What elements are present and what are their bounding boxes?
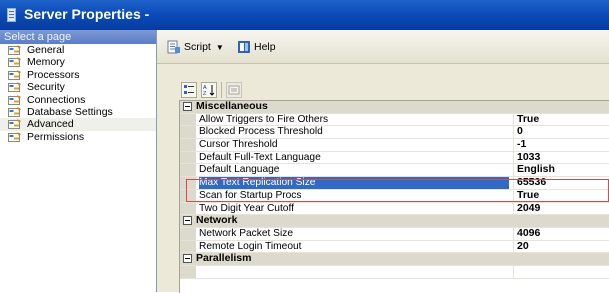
dropdown-arrow-icon[interactable]: ▼ (216, 43, 224, 52)
row-gutter (180, 126, 196, 139)
page-item-label: General (27, 44, 65, 56)
row-gutter (180, 240, 196, 253)
property-name: Default Full-Text Language (199, 151, 321, 163)
property-row[interactable] (180, 265, 609, 279)
property-row[interactable]: Blocked Process Threshold 0 (180, 126, 609, 140)
row-gutter (180, 227, 196, 240)
row-gutter (180, 151, 196, 164)
property-row[interactable]: Cursor Threshold -1 (180, 138, 609, 152)
window-title: Server Properties - (24, 6, 150, 22)
property-name: Default Language (199, 164, 280, 176)
category-label: Parallelism (196, 252, 252, 265)
property-row[interactable]: Allow Triggers to Fire Others True (180, 113, 609, 127)
properties-pane: Script ▼ Help A Z Miscellaneous Allow Tr… (157, 30, 609, 293)
property-row[interactable]: Max Text Replication Size 65536 (180, 176, 609, 190)
category-row: Miscellaneous (180, 101, 609, 114)
script-label: Script (184, 41, 211, 53)
collapse-icon[interactable] (183, 254, 192, 264)
page-item-label: Permissions (27, 130, 85, 143)
page-item-label: Connections (27, 93, 86, 106)
window-icon (7, 8, 16, 22)
row-gutter (180, 202, 196, 215)
toolbar: Script ▼ Help (157, 30, 609, 64)
property-name: Blocked Process Threshold (199, 126, 323, 138)
row-gutter (180, 189, 196, 202)
page-settings-icon (8, 69, 21, 80)
property-value[interactable]: English (513, 164, 609, 177)
property-name: Scan for Startup Procs (199, 189, 302, 201)
page-item[interactable]: Connections (0, 94, 156, 106)
page-item-label: Advanced (27, 118, 74, 131)
svg-text:Z: Z (203, 91, 207, 97)
row-gutter (180, 177, 196, 189)
script-icon (167, 40, 180, 54)
property-value[interactable]: 1033 (513, 151, 609, 164)
row-gutter (180, 139, 196, 151)
property-row[interactable]: Two Digit Year Cutoff 2049 (180, 202, 609, 216)
page-settings-icon (8, 119, 21, 130)
collapse-icon[interactable] (183, 216, 192, 226)
category-label: Network (196, 214, 238, 227)
help-label: Help (254, 41, 276, 53)
page-item-label: Memory (27, 56, 65, 69)
page-item[interactable]: Memory (0, 56, 156, 68)
select-page-pane: Select a page General Memory Processors Sec… (0, 30, 157, 292)
property-value[interactable] (513, 265, 609, 278)
row-gutter (180, 265, 196, 278)
category-row: Network (180, 214, 609, 228)
property-value[interactable]: 0 (513, 126, 609, 139)
title-bar: Server Properties - (0, 0, 609, 30)
page-item-label: Security (27, 81, 65, 94)
category-row: Parallelism (180, 253, 609, 266)
page-settings-icon (8, 57, 21, 68)
property-name: Allow Triggers to Fire Others (199, 113, 329, 125)
alphabetical-sort-icon[interactable]: A Z (201, 82, 217, 98)
collapse-icon[interactable] (183, 102, 192, 111)
row-gutter (180, 164, 196, 177)
page-item[interactable]: Database Settings (0, 106, 156, 118)
property-value[interactable]: 65536 (513, 176, 609, 189)
property-name: Cursor Threshold (199, 139, 278, 151)
page-settings-icon (8, 106, 21, 117)
page-item[interactable]: Security (0, 81, 156, 93)
toolbar-separator (221, 82, 222, 98)
page-settings-icon (8, 45, 21, 55)
script-button[interactable]: Script ▼ (167, 39, 224, 55)
property-value[interactable]: True (513, 113, 609, 126)
page-item[interactable]: General (0, 44, 156, 56)
property-row[interactable]: Network Packet Size 4096 (180, 227, 609, 241)
category-label: Miscellaneous (196, 100, 268, 112)
property-name: Two Digit Year Cutoff (199, 202, 294, 214)
row-gutter (180, 113, 196, 126)
page-item[interactable]: Permissions (0, 131, 156, 143)
page-item-label: Database Settings (27, 105, 113, 118)
property-pages-icon[interactable] (226, 82, 242, 98)
property-name: Remote Login Timeout (199, 240, 302, 252)
property-value[interactable]: 20 (513, 240, 609, 253)
page-settings-icon (8, 131, 21, 142)
categorized-icon[interactable] (181, 82, 197, 98)
page-settings-icon (8, 82, 21, 93)
property-grid: Miscellaneous Allow Triggers to Fire Othe… (179, 100, 609, 293)
select-page-header: Select a page (0, 30, 156, 44)
property-name: Max Text Replication Size (199, 177, 509, 189)
property-name: Network Packet Size (199, 227, 293, 239)
grid-toolbar: A Z (181, 80, 246, 100)
page-list: General Memory Processors Security Connectio… (0, 44, 156, 143)
help-icon (238, 41, 250, 53)
property-row[interactable]: Scan for Startup Procs True (180, 189, 609, 203)
help-button[interactable]: Help (237, 39, 276, 55)
page-item[interactable]: Advanced (0, 118, 156, 131)
property-value[interactable]: True (513, 189, 609, 202)
property-value[interactable]: 4096 (513, 227, 609, 240)
page-item-label: Processors (27, 68, 80, 81)
page-settings-icon (8, 94, 21, 105)
property-value[interactable]: 2049 (513, 202, 609, 215)
page-item[interactable]: Processors (0, 69, 156, 81)
property-value[interactable]: -1 (513, 138, 609, 151)
